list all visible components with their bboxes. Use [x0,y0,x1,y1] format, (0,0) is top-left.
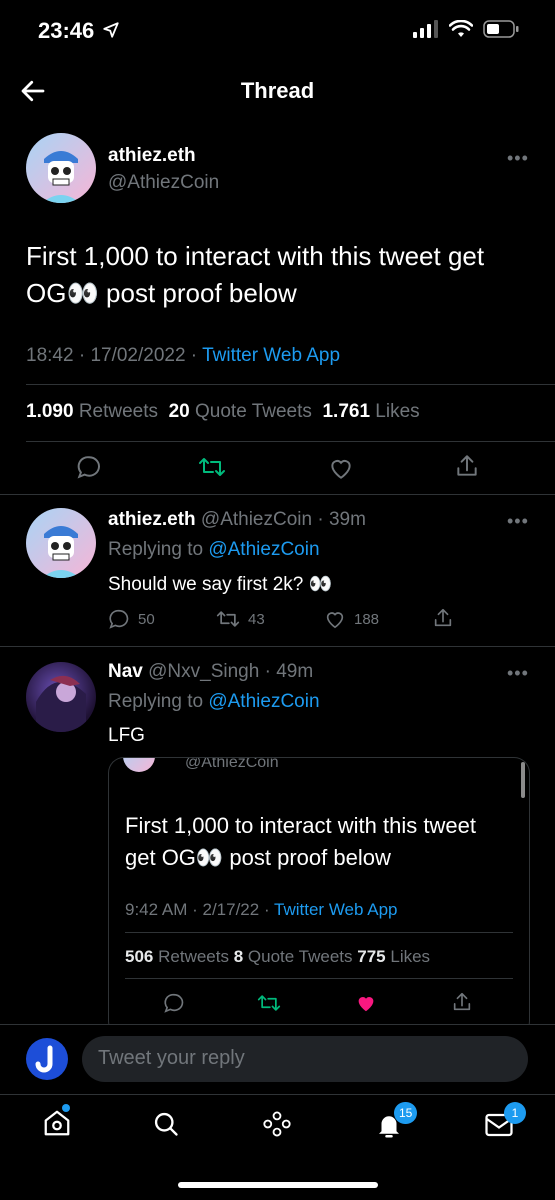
tweet-age: 39m [328,509,366,530]
author-handle[interactable]: @AthiezCoin [108,172,219,194]
like-button[interactable] [328,455,354,486]
j-logo-icon [35,1045,53,1073]
tweet-time: 18:42 [26,345,74,366]
reply-header: Nav @Nxv_Singh · 49m [108,661,314,682]
avatar [123,758,155,772]
avatar[interactable] [26,133,96,203]
quoted-text: First 1,000 to interact with this tweet … [125,813,476,870]
tab-search[interactable] [152,1110,180,1143]
avatar[interactable] [26,662,96,732]
tweet-text: Should we say first 2k? 👀 [108,574,333,595]
notifications-badge: 15 [394,1102,418,1124]
battery-icon [483,20,519,38]
skull-avatar-icon [42,151,80,203]
status-icons [413,20,519,38]
search-icon [154,1112,178,1136]
skull-avatar-icon [42,526,80,578]
messages-badge: 1 [504,1102,526,1124]
retweet-button[interactable] [257,992,281,1019]
like-button[interactable] [355,992,377,1019]
more-options-button[interactable]: ••• [507,511,529,532]
heart-icon [326,612,344,629]
author-handle[interactable]: @AthiezCoin [201,509,312,530]
reply-header: athiez.eth @AthiezCoin · 39m [108,509,366,530]
retweet-icon [199,458,225,476]
share-icon [434,608,452,627]
share-button[interactable] [432,607,454,634]
reply-icon [109,609,129,629]
quotes-stat[interactable]: 20 Quote Tweets [169,401,312,422]
status-time: 23:46 [38,18,120,44]
retweet-button[interactable] [198,454,226,485]
author-name[interactable]: athiez.eth [108,145,196,167]
like-count: 188 [354,610,380,628]
tweet-date: 17/02/2022 [90,345,186,366]
home-indicator[interactable] [178,1182,378,1188]
more-options-button[interactable]: ••• [507,148,529,169]
location-arrow-icon [103,22,120,38]
spaces-icon [263,1111,291,1137]
share-button[interactable] [454,453,480,484]
author-name[interactable]: athiez.eth [108,509,196,530]
page-title: Thread [240,78,315,103]
share-icon [453,992,471,1011]
reply-count: 50 [138,610,155,628]
reply-input[interactable]: Tweet your reply [82,1036,528,1082]
quoted-handle: @AthiezCoin [185,757,279,771]
tab-spaces[interactable] [262,1110,292,1143]
tab-messages[interactable]: 1 [484,1102,526,1143]
retweet-count: 43 [248,610,265,628]
reply-action[interactable]: 50 [108,608,155,630]
replying-to: Replying to @AthiezCoin [108,691,320,712]
heart-filled-icon [358,997,374,1012]
reply-icon [164,993,184,1013]
avatar[interactable] [26,508,96,578]
quoted-tweet[interactable]: @AthiezCoin First 1,000 to interact with… [108,757,530,1037]
scrollbar[interactable] [521,762,525,798]
retweet-action[interactable]: 43 [216,608,265,630]
retweet-icon [257,995,281,1011]
signal-icon [413,20,438,38]
author-name[interactable]: Nav [108,661,143,682]
heart-icon [331,460,351,479]
tweet-meta: 18:42 · 17/02/2022 · Twitter Web App [26,345,341,366]
replying-to: Replying to @AthiezCoin [108,539,320,560]
tweet-text: LFG [108,725,145,746]
my-avatar[interactable] [26,1038,68,1080]
wifi-icon [449,20,473,37]
tweet-stats: 1.090 Retweets 20 Quote Tweets 1.761 Lik… [26,401,420,423]
more-options-button[interactable]: ••• [507,663,529,684]
tweet-age: 49m [276,661,314,682]
home-icon [44,1110,70,1136]
share-icon [457,455,477,476]
like-action[interactable]: 188 [324,608,379,630]
main-tweet-actions [76,454,102,480]
reply-icon[interactable] [76,454,102,480]
quoted-meta: 9:42 AM · 2/17/22 · Twitter Web App [125,900,398,919]
tab-notifications[interactable]: 15 [374,1102,418,1145]
share-button[interactable] [451,991,473,1018]
tweet-source-link[interactable]: Twitter Web App [202,345,340,366]
anime-avatar-icon [36,675,86,732]
reply-button[interactable] [163,992,185,1019]
quoted-stats: 506 Retweets 8 Quote Tweets 775 Likes [125,947,431,966]
home-dot [62,1104,70,1112]
likes-stat[interactable]: 1.761 Likes [322,401,419,422]
author-handle[interactable]: @Nxv_Singh [148,661,259,682]
retweets-stat[interactable]: 1.090 Retweets [26,401,158,422]
tweet-text: First 1,000 to interact with this tweet … [26,241,485,308]
retweet-icon [216,611,240,627]
tab-home[interactable] [42,1104,72,1143]
